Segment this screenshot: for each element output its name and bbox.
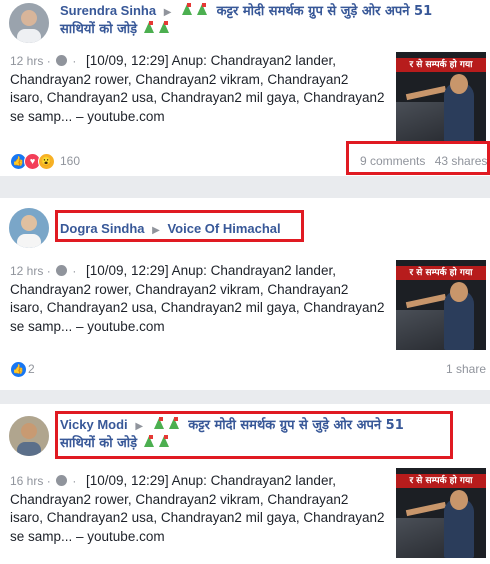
- avatar-image: [9, 416, 49, 456]
- avatar[interactable]: [9, 3, 49, 43]
- engagement-stats: 1 share: [446, 362, 486, 376]
- post-text: [10/09, 12:29] Anup: Chandrayan2 lander,…: [10, 262, 385, 336]
- post-text: [10/09, 12:29] Anup: Chandrayan2 lander,…: [10, 472, 385, 546]
- thumb-hand: [405, 501, 447, 517]
- news-feed: Surendra Sinha ▶ कट्टर मोदी समर्थक ग्रुप…: [0, 0, 490, 564]
- flag-emoji-icon: [143, 20, 173, 39]
- avatar[interactable]: [9, 416, 49, 456]
- avatar-image: [9, 208, 49, 248]
- post-text: [10/09, 12:29] Anup: Chandrayan2 lander,…: [10, 52, 385, 126]
- thumb-hand: [405, 85, 447, 101]
- thumb-head: [450, 490, 468, 510]
- reactions-bar[interactable]: 👍 2: [10, 360, 35, 378]
- post-header: Surendra Sinha ▶ कट्टर मोदी समर्थक ग्रुप…: [60, 2, 480, 22]
- avatar[interactable]: [9, 208, 49, 248]
- wow-reaction-icon: 😮: [38, 152, 55, 170]
- thumb-hand: [405, 293, 447, 309]
- link-thumbnail[interactable]: र से सम्पर्क हो गया: [396, 260, 486, 350]
- avatar-image: [9, 3, 49, 43]
- highlight-box: [346, 141, 490, 175]
- post-text-content: [10/09, 12:29] Anup: Chandrayan2 lander,…: [10, 263, 385, 334]
- play-arrow-icon: ▶: [163, 7, 172, 18]
- highlight-box: [55, 210, 304, 242]
- post-card: Dogra Sindha ▶ Voice Of Himachal 12 hrs …: [0, 198, 490, 390]
- link-thumbnail[interactable]: र से सम्पर्क हो गया: [396, 468, 486, 558]
- thumb-rocks: [396, 518, 446, 558]
- thumb-head: [450, 282, 468, 302]
- thumb-head: [450, 74, 468, 94]
- reaction-count: 2: [28, 362, 35, 376]
- thumb-caption: र से सम्पर्क हो गया: [396, 58, 486, 72]
- post-header-line2: साथियों को जोड़े: [60, 20, 175, 39]
- reaction-count: 160: [60, 154, 81, 168]
- link-thumbnail[interactable]: र से सम्पर्क हो गया: [396, 52, 486, 142]
- thumb-rocks: [396, 310, 446, 350]
- post-card: Surendra Sinha ▶ कट्टर मोदी समर्थक ग्रुप…: [0, 0, 490, 176]
- reactions-bar[interactable]: 👍 ♥ 😮 160: [10, 152, 80, 170]
- like-reaction-icon: 👍: [10, 360, 27, 378]
- flag-emoji-icon: [181, 2, 211, 21]
- post-text-content: [10/09, 12:29] Anup: Chandrayan2 lander,…: [10, 473, 385, 544]
- thumb-caption: र से सम्पर्क हो गया: [396, 266, 486, 280]
- post-card: Vicky Modi ▶ कट्टर मोदी समर्थक ग्रुप से …: [0, 404, 490, 564]
- group-name-cont[interactable]: साथियों को जोड़े: [60, 22, 137, 37]
- group-name[interactable]: कट्टर मोदी समर्थक ग्रुप से जुड़े ओर अपने…: [217, 4, 432, 19]
- thumb-rocks: [396, 102, 446, 142]
- author-name[interactable]: Surendra Sinha: [60, 3, 156, 18]
- thumb-caption: र से सम्पर्क हो गया: [396, 474, 486, 488]
- highlight-box: [55, 411, 453, 459]
- shares-count[interactable]: 1 share: [446, 362, 486, 376]
- post-text-content: [10/09, 12:29] Anup: Chandrayan2 lander,…: [10, 53, 385, 124]
